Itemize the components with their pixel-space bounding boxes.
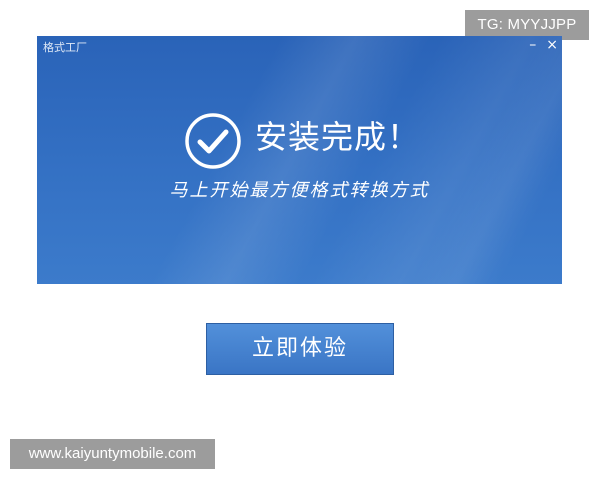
start-experience-button[interactable]: 立即体验 — [206, 323, 394, 375]
install-subtitle: 马上开始最方便格式转换方式 — [169, 180, 430, 201]
check-circle-icon — [185, 113, 241, 169]
install-complete-heading: 安装完成！ — [255, 118, 421, 156]
app-title: 格式工厂 — [43, 41, 87, 54]
close-button[interactable]: × — [546, 37, 558, 53]
minimize-button[interactable]: – — [529, 37, 536, 53]
url-watermark-badge: www.kaiyuntymobile.com — [10, 439, 215, 469]
window-controls: – × — [529, 37, 558, 53]
installer-window: 格式工厂 – × 安装完成！ 马上开始最方便格式转换方式 — [37, 36, 562, 284]
